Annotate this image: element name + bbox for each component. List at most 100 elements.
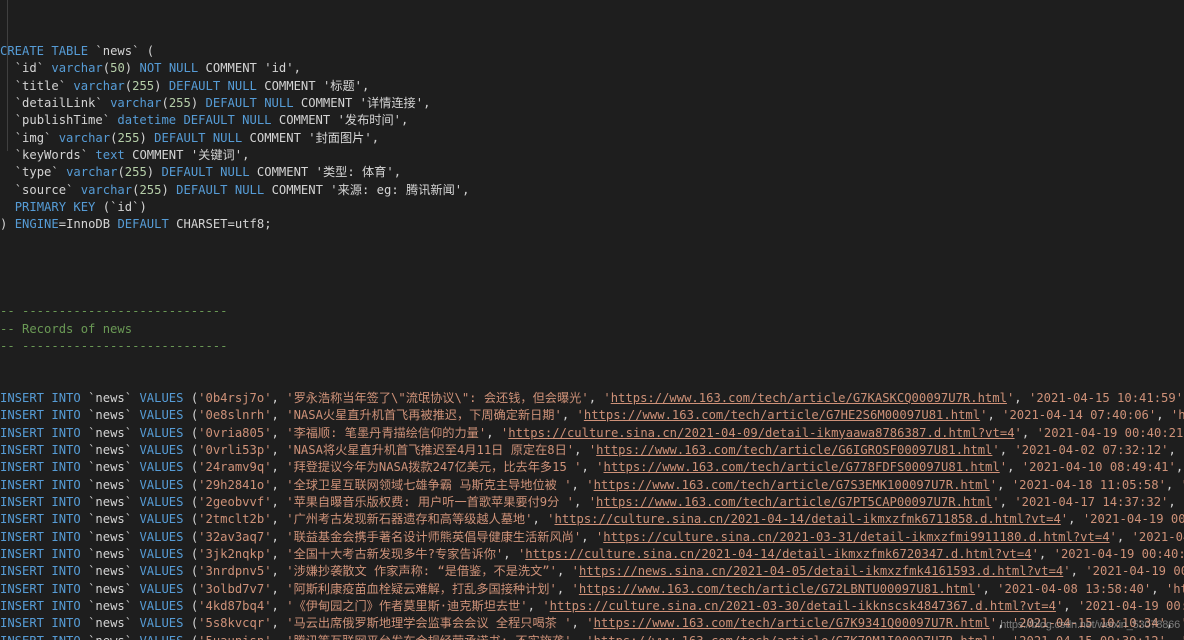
values-keyword: VALUES [139,460,184,475]
table-name: `news` [88,512,133,527]
values-keyword: VALUES [139,477,184,492]
comment-keyword: COMMENT [264,78,316,93]
row-id: '29h2841o' [198,477,272,492]
row-img-truncated: 'http:/ [1165,581,1184,596]
row-id: '32av3aq7' [198,529,272,544]
insert-statement-line[interactable]: INSERT INTO `news` VALUES ('2tmclt2b', '… [0,511,1184,528]
ddl-footer-line: ) ENGINE=InnoDB DEFAULT CHARSET=utf8; [0,217,272,232]
values-keyword: VALUES [139,564,184,579]
comment-keyword: COMMENT [132,148,184,163]
insert-statement-line[interactable]: INSERT INTO `news` VALUES ('4kd87bq4', '… [0,598,1184,615]
row-title: '涉嫌抄袭散文 作家声称: “是借鉴，不是洗文”' [286,564,557,579]
insert-statement-line[interactable]: INSERT INTO `news` VALUES ('0vrli53p', '… [0,442,1184,459]
row-detail-link[interactable]: https://www.163.com/tech/article/G7HE2S6… [584,408,980,422]
row-detail-link[interactable]: https://www.163.com/tech/article/G72LBNT… [579,582,975,596]
row-detail-link[interactable]: https://www.163.com/tech/article/G7KASKC… [611,391,1007,405]
comment-keyword: COMMENT [278,113,331,128]
table-name: `news` [95,44,140,59]
row-title: '广州考古发现新石器遗存和高等级越人墓地' [286,512,533,527]
row-title: '全国十大考古新发现多牛?专家告诉你' [286,547,504,561]
insert-into-keyword: INSERT INTO [0,442,81,457]
row-detail-link[interactable]: https://www.163.com/tech/article/G7K79M1… [594,634,990,640]
code-text-area[interactable]: CREATE TABLE `news` ( `id` varchar(50) N… [0,0,1184,640]
row-detail-link[interactable]: https://culture.sina.cn/2021-04-14/detai… [525,547,1031,561]
comment-keyword: COMMENT [249,130,301,145]
row-img-truncated: 'http:/ [1170,408,1184,423]
insert-statement-line[interactable]: INSERT INTO `news` VALUES ('3nrdpnv5', '… [0,563,1184,580]
code-editor[interactable]: CREATE TABLE `news` ( `id` varchar(50) N… [0,0,1184,640]
insert-statement-line[interactable]: INSERT INTO `news` VALUES ('29h2841o', '… [0,477,1184,494]
row-publish-time: '2021-04-02 07:32:12' [1014,442,1169,457]
values-keyword: VALUES [139,442,184,457]
insert-statement-line[interactable]: INSERT INTO `news` VALUES ('3olbd7v7', '… [0,581,1184,598]
row-detail-link[interactable]: https://www.163.com/tech/article/G6IGROS… [596,443,992,457]
table-name: `news` [88,616,133,631]
row-title: '马云出席俄罗斯地理学会监事会会议 全程只喝茶 ' [286,616,572,631]
insert-statement-line[interactable]: INSERT INTO `news` VALUES ('24ramv9q', '… [0,459,1184,476]
row-publish-time: '2021-04-19 00:40:21' [1053,547,1184,561]
row-detail-link[interactable]: https://culture.sina.cn/2021-04-14/detai… [555,512,1061,526]
insert-into-keyword: INSERT INTO [0,408,81,423]
comment-keyword: COMMENT [300,96,353,111]
row-img-truncated: 'http [1181,616,1184,630]
row-publish-time: '2021-04-19 00:40:2' [1085,564,1184,579]
column-name: `detailLink` [14,96,103,111]
row-title: '联益基金会携手著名设计师熊英倡导健康生活新风尚' [286,529,582,544]
row-id: '2geobvvf' [198,494,272,509]
sql-comment-line: -- ---------------------------- [0,338,228,353]
row-detail-link[interactable]: https://news.sina.cn/2021-04-05/detail-i… [579,564,1063,578]
row-id: '3nrdpnv5' [198,564,272,579]
row-detail-link[interactable]: https://www.163.com/tech/article/G778FDF… [604,460,1000,474]
column-comment: '封面图片', [308,130,380,145]
column-name: `source` [14,182,74,197]
row-detail-link[interactable]: https://culture.sina.cn/2021-04-09/detai… [508,426,1014,440]
values-keyword: VALUES [139,408,184,423]
insert-into-keyword: INSERT INTO [0,529,81,544]
row-detail-link[interactable]: https://www.163.com/tech/article/G7PT5CA… [596,495,992,509]
ddl-column-line: `detailLink` varchar(255) DEFAULT NULL C… [14,96,431,111]
ddl-column-line: `type` varchar(255) DEFAULT NULL COMMENT… [14,165,402,180]
row-publish-time: '2021-04-19 00:40:21' [1036,425,1184,440]
values-keyword: VALUES [139,494,184,509]
row-title: '苹果自曝音乐版权费: 用户听一首歌苹果要付9分 ' [286,494,575,509]
column-name: `id` [14,61,45,76]
column-comment: '详情连接', [359,96,431,111]
insert-statement-line[interactable]: INSERT INTO `news` VALUES ('0e8slnrh', '… [0,407,1184,424]
table-name: `news` [88,564,133,579]
insert-statement-line[interactable]: INSERT INTO `news` VALUES ('5s8kvcqr', '… [0,615,1184,632]
row-publish-time: '2021-04-19 00:40:2' [1077,599,1184,614]
row-title: '《伊甸园之门》作者莫里斯·迪克斯坦去世' [286,599,528,614]
row-id: '5uaunisn' [198,634,271,640]
ddl-column-line: `publishTime` datetime DEFAULT NULL COMM… [14,113,409,128]
row-title: '拜登提议今年为NASA拨款247亿美元，比去年多15 ' [286,460,582,475]
table-name: `news` [88,477,133,492]
row-detail-link[interactable]: https://www.163.com/tech/article/G7K9341… [594,616,990,630]
row-id: '4kd87bq4' [198,599,272,614]
table-name: `news` [88,390,133,405]
row-publish-time: '2021-04-10 08:49:41' [1021,460,1176,475]
table-name: `news` [88,599,133,614]
insert-statement-line[interactable]: INSERT INTO `news` VALUES ('3jk2nqkp', '… [0,546,1184,563]
column-comment: '类型: 体育', [315,165,402,180]
comment-keyword: COMMENT [271,182,323,197]
row-publish-time: '2021-04-14 07:40:06' [1002,408,1157,423]
insert-statement-line[interactable]: INSERT INTO `news` VALUES ('0b4rsj7o', '… [0,390,1184,407]
row-detail-link[interactable]: https://culture.sina.cn/2021-03-30/detai… [550,599,1056,613]
row-detail-link[interactable]: https://www.163.com/tech/article/G7S3EMK… [594,478,990,492]
insert-statement-line[interactable]: INSERT INTO `news` VALUES ('2geobvvf', '… [0,494,1184,511]
sql-comment-line: -- Records of news [0,321,133,336]
values-keyword: VALUES [139,634,183,640]
column-comment: '关键词', [190,148,250,163]
insert-statement-line[interactable]: INSERT INTO `news` VALUES ('32av3aq7', '… [0,529,1184,546]
values-keyword: VALUES [139,547,184,561]
row-publish-time: '2021-04-15 09:39:12' [1012,634,1166,640]
insert-statement-line[interactable]: INSERT INTO `news` VALUES ('5uaunisn', '… [0,633,1184,640]
insert-into-keyword: INSERT INTO [0,581,81,596]
row-publish-time: '2021-04-15 10:41:59' [1028,390,1184,405]
row-detail-link[interactable]: https://culture.sina.cn/2021-03-31/detai… [603,530,1109,544]
column-comment: '发布时间', [337,113,409,128]
insert-into-keyword: INSERT INTO [0,390,81,405]
records-comment-block: -- ---------------------------- -- Record… [0,303,1184,355]
insert-statement-line[interactable]: INSERT INTO `news` VALUES ('0vria805', '… [0,425,1184,442]
